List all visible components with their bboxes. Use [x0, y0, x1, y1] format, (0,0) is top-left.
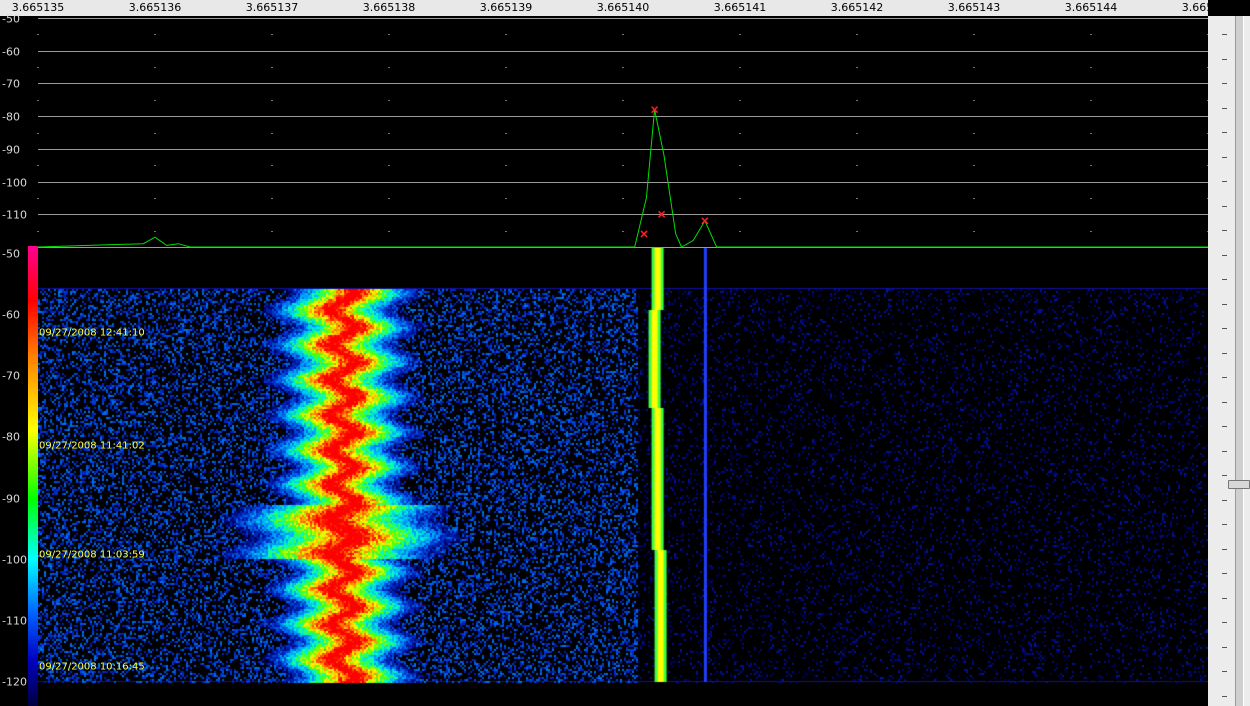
- scroll-tick: [1222, 524, 1227, 525]
- scroll-tick: [1222, 597, 1227, 599]
- y-tick-label: -70: [2, 77, 20, 90]
- scroll-tick: [1222, 303, 1227, 305]
- scroll-tick: [1222, 156, 1227, 158]
- scroll-tick: [1222, 254, 1227, 256]
- spectrum-analyzer-window: 3.665135 3.665136 3.665137 3.665138 3.665139…: [0, 0, 1250, 706]
- scroll-tick: [1222, 695, 1227, 697]
- y-tick-label: -60: [2, 45, 20, 58]
- scroll-tick: [1222, 548, 1227, 550]
- scroll-tick: [1222, 671, 1227, 672]
- timestamp-label: 09/27/2008 10:16:45: [39, 661, 145, 673]
- scroll-tick: [1222, 450, 1227, 452]
- colorbar-tick-label: -120: [2, 675, 27, 689]
- scroll-tick: [1222, 499, 1227, 501]
- colorbar-tick-label: -110: [2, 614, 27, 628]
- scroll-tick: [1222, 107, 1227, 109]
- scroll-tick: [1222, 622, 1227, 623]
- scroll-tick: [1222, 426, 1227, 427]
- timestamp-label: 09/27/2008 11:03:59: [39, 549, 145, 561]
- scroll-tick: [1222, 83, 1227, 84]
- colorbar-tick-label: -100: [2, 553, 27, 567]
- timestamp-label: 09/27/2008 12:41:10: [39, 327, 145, 339]
- scroll-tick: [1222, 181, 1227, 182]
- spectrum-trace: [37, 109, 1208, 248]
- scroll-tick: [1222, 377, 1227, 378]
- scroll-tick: [1222, 34, 1227, 35]
- colorbar-tick-label: -60: [2, 308, 20, 322]
- scroll-tick: [1222, 279, 1227, 280]
- colorbar-tick-label: -50: [2, 247, 20, 261]
- scroll-track[interactable]: [1235, 16, 1244, 706]
- waterfall-heatmap: [38, 248, 1208, 684]
- colorbar-tick-label: -90: [2, 492, 20, 506]
- y-tick-label: -90: [2, 143, 20, 156]
- scroll-tick: [1222, 646, 1227, 648]
- vertical-scrollbar[interactable]: [1208, 16, 1250, 706]
- scroll-tick: [1222, 475, 1227, 476]
- y-tick-label: -100: [2, 176, 27, 189]
- peak-marker: [701, 217, 709, 225]
- colorbar-tick-label: -80: [2, 430, 20, 444]
- spectrum-plot: [37, 18, 1208, 248]
- y-tick-label: -50: [2, 12, 20, 25]
- color-scale-legend: [28, 246, 38, 706]
- scroll-tick: [1222, 328, 1227, 329]
- scroll-tick: [1222, 205, 1227, 207]
- scroll-tick: [1222, 401, 1227, 403]
- y-tick-label: -110: [2, 208, 27, 221]
- scroll-tick: [1222, 573, 1227, 574]
- scroll-thumb[interactable]: [1228, 480, 1250, 489]
- scroll-tick: [1222, 230, 1227, 231]
- timestamp-label: 09/27/2008 11:41:02: [39, 440, 145, 452]
- y-tick-label: -80: [2, 110, 20, 123]
- colorbar-tick-label: -70: [2, 369, 20, 383]
- scroll-tick: [1222, 352, 1227, 354]
- peak-marker: [640, 230, 648, 238]
- scroll-tick: [1222, 58, 1227, 60]
- scroll-tick: [1222, 132, 1227, 133]
